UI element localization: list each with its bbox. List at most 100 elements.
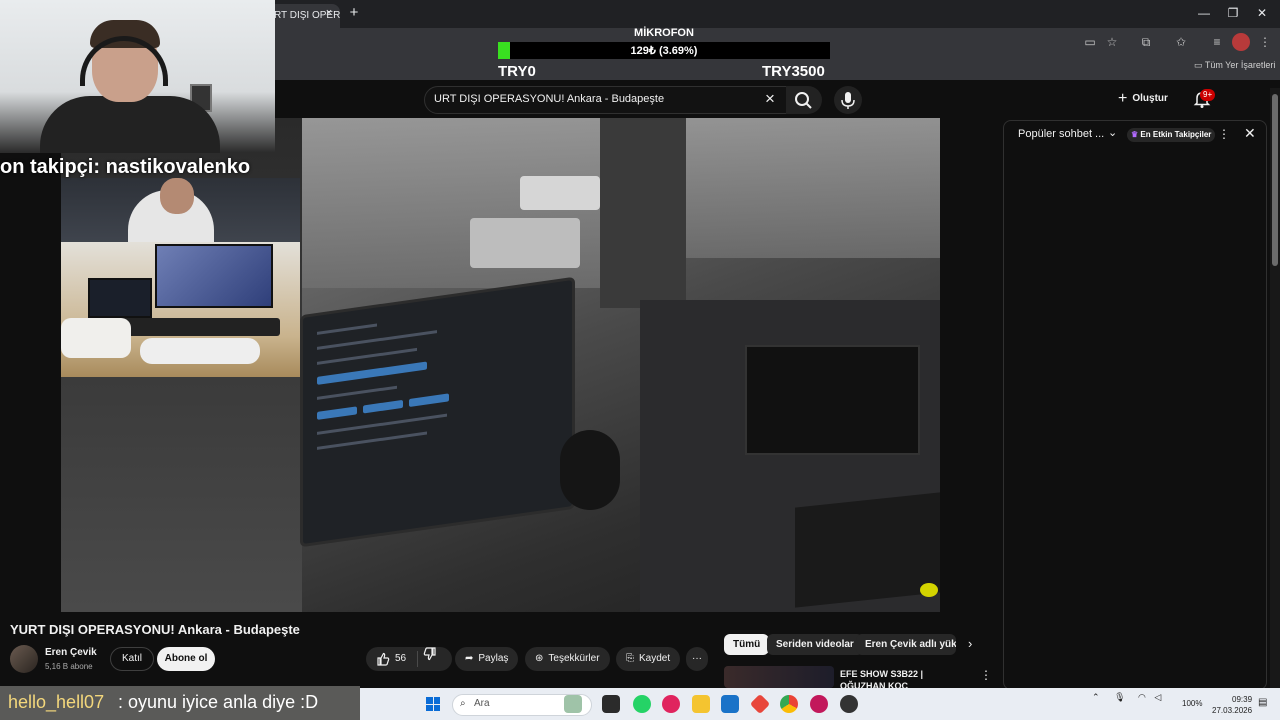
clear-search-icon[interactable]: × [760,89,780,109]
bookmark-icon: ⎘ [626,653,634,664]
cast-icon[interactable]: ▭ [1081,33,1099,51]
subscribe-button[interactable]: Abone ol [157,647,215,671]
chevron-up-icon[interactable]: ⌃ [1092,692,1100,702]
system-tray[interactable]: ⌃ 🎙 ◠ ◁ [1092,692,1161,703]
close-window-button[interactable]: ✕ [1251,4,1273,22]
folder-icon: ▭ [1194,60,1205,70]
video-title: YURT DIŞI OPERASYONU! Ankara - Budapeşte [10,622,300,637]
desk-monitor-right [155,244,273,308]
microphone-icon [841,92,855,109]
control-panel [795,492,940,608]
minimize-button[interactable]: — [1193,4,1215,22]
recommendation-more-icon[interactable]: ⋮ [980,668,992,682]
create-button[interactable]: + Oluştur [1118,88,1168,110]
create-label: Oluştur [1132,93,1168,104]
save-button[interactable]: ⎘ Kaydet [616,647,681,671]
tray-mic-icon[interactable]: 🎙 [1114,692,1125,702]
app-icon-pink[interactable] [810,695,828,713]
scrollbar-thumb[interactable] [1272,94,1278,266]
second-person-head [160,178,194,214]
taskbar-clock[interactable]: 09:39 27.03.2026 [1212,694,1252,716]
live-chat-panel [1003,120,1267,690]
like-count: 56 [395,653,407,664]
restore-button[interactable]: ❐ [1222,4,1244,22]
subscriber-count: 5,16 B abone [45,662,93,671]
plus-icon: + [1118,90,1128,107]
thanks-icon: ⊛ [535,653,544,664]
thanks-label: Teşekkürler [548,653,600,664]
all-bookmarks-link[interactable]: ▭ Tüm Yer İşaretleri [1194,60,1275,71]
desk-arm [140,338,260,364]
dislike-button[interactable] [423,647,437,671]
channel-avatar[interactable] [10,645,38,673]
store-icon[interactable] [721,695,739,713]
chat-more-icon[interactable]: ⋮ [1218,127,1230,141]
taskbar-search-placeholder: Ara [474,698,490,709]
like-divider [417,651,419,667]
share-button[interactable]: ➦ Paylaş [455,647,519,671]
truck-shape [520,176,600,210]
join-button[interactable]: Katıl [110,647,154,671]
desk-keyboard [110,318,280,336]
chat-overlay-message: : oyunu iyice anla diye :D [118,692,319,712]
thumbs-up-icon [377,652,390,666]
top-fans-label: En Etkin Takipçiler [1140,130,1212,139]
chip-series[interactable]: Seriden videolar [767,634,863,655]
save-label: Kaydet [639,653,671,664]
share-icon: ➦ [465,653,474,664]
browser-menu-icon[interactable]: ⋮ [1256,33,1274,51]
reading-list-icon[interactable]: ✩ [1172,33,1190,51]
top-fans-badge[interactable]: ♛ En Etkin Takipçiler [1127,128,1216,142]
notification-center-icon[interactable]: ▤ [1258,697,1267,708]
streamer-body [40,96,220,153]
channel-name[interactable]: Eren Çevik [45,647,97,658]
efb-tablet [300,276,575,548]
file-explorer-icon[interactable] [692,695,710,713]
bookmark-star-icon[interactable]: ☆ [1103,33,1121,51]
new-tab-button[interactable]: + [345,4,363,22]
chrome-icon[interactable] [780,695,798,713]
desk-monitor-left [88,278,152,318]
windows-start-icon[interactable] [426,697,440,711]
cockpit-display [745,345,920,455]
chevron-right-icon[interactable]: › [968,636,972,651]
obs-icon[interactable] [840,695,858,713]
search-query[interactable]: URT DIŞI OPERASYONU! Ankara - Budapeşte [434,93,664,105]
crown-icon: ♛ [1131,130,1141,139]
chat-mode-selector[interactable]: Popüler sohbet ... [1018,128,1104,140]
yellow-knob [920,583,938,597]
mic-min-label: TRY0 [498,63,536,80]
volume-icon[interactable]: ◁ [1154,692,1161,702]
media-control-icon[interactable]: ≡ [1208,33,1226,51]
chat-close-icon[interactable]: ✕ [1244,125,1256,142]
chip-all[interactable]: Tümü [724,634,770,655]
task-view-icon[interactable] [602,695,620,713]
tab-close-icon[interactable]: × [322,6,336,20]
search-highlight-icon [564,695,582,713]
extensions-icon[interactable]: ⧉ [1137,33,1155,51]
desk-left-arm [61,318,131,358]
chevron-down-icon[interactable]: ⌄ [1108,126,1117,139]
media-app-icon[interactable] [662,695,680,713]
share-label: Paylaş [478,653,509,664]
wifi-icon[interactable]: ◠ [1138,692,1146,702]
whatsapp-icon[interactable] [633,695,651,713]
recommendation-thumbnail[interactable] [724,666,834,688]
thumbs-down-icon [423,647,436,661]
vehicle-shape [470,218,580,268]
mic-max-label: TRY3500 [762,63,825,80]
more-actions-button[interactable]: ··· [686,647,708,671]
like-button[interactable]: 56 [376,647,406,671]
voice-search-button[interactable] [834,86,862,114]
profile-avatar-icon[interactable] [1232,33,1250,51]
vr-glove-hand [560,430,620,510]
clock-date: 27.03.2026 [1212,706,1253,715]
chip-uploads[interactable]: Eren Çevik adlı yükle [856,634,956,655]
all-bookmarks-label: Tüm Yer İşaretleri [1204,60,1276,70]
like-dislike-group: 56 [366,647,452,671]
battery-level[interactable]: 100% [1182,699,1202,708]
search-button[interactable] [786,86,822,114]
mic-progress-value: 129₺ (3.69%) [630,45,698,57]
notification-badge: 9+ [1200,89,1216,101]
thanks-button[interactable]: ⊛ Teşekkürler [525,647,610,671]
